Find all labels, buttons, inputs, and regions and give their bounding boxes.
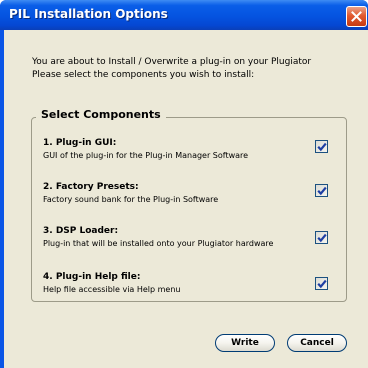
- component-description: Factory sound bank for the Plug-in Softw…: [43, 195, 219, 204]
- component-help-file: 4. Plug-in Help file: Help file accessib…: [43, 271, 181, 296]
- write-button[interactable]: Write: [215, 334, 275, 352]
- window-title: PIL Installation Options: [9, 7, 168, 21]
- component-dsp-loader: 3. DSP Loader: Plug-in that will be inst…: [43, 225, 273, 250]
- component-description: GUI of the plug-in for the Plug-in Manag…: [43, 151, 249, 160]
- checkbox-dsp-loader[interactable]: [315, 231, 328, 244]
- intro-text: You are about to Install / Overwrite a p…: [32, 56, 311, 82]
- cancel-button[interactable]: Cancel: [287, 334, 347, 352]
- intro-line-1: You are about to Install / Overwrite a p…: [32, 57, 312, 67]
- checkbox-factory-presets[interactable]: [315, 184, 328, 197]
- checkbox-plugin-gui[interactable]: [315, 140, 328, 153]
- group-legend: Select Components: [36, 108, 166, 122]
- installation-options-dialog: PIL Installation Options You are about t…: [0, 0, 368, 368]
- component-name: 2. Factory Presets:: [43, 182, 139, 192]
- component-name: 1. Plug-in GUI:: [43, 138, 117, 148]
- component-plugin-gui: 1. Plug-in GUI: GUI of the plug-in for t…: [43, 137, 248, 162]
- component-name: 4. Plug-in Help file:: [43, 272, 141, 282]
- close-button[interactable]: [346, 6, 367, 27]
- checkbox-help-file[interactable]: [315, 277, 328, 290]
- component-name: 3. DSP Loader:: [43, 226, 119, 236]
- title-bar[interactable]: PIL Installation Options: [0, 0, 368, 30]
- component-factory-presets: 2. Factory Presets: Factory sound bank f…: [43, 181, 218, 206]
- component-description: Plug-in that will be installed onto your…: [43, 239, 274, 248]
- component-description: Help file accessible via Help menu: [43, 285, 181, 294]
- intro-line-2: Please select the components you wish to…: [32, 70, 255, 80]
